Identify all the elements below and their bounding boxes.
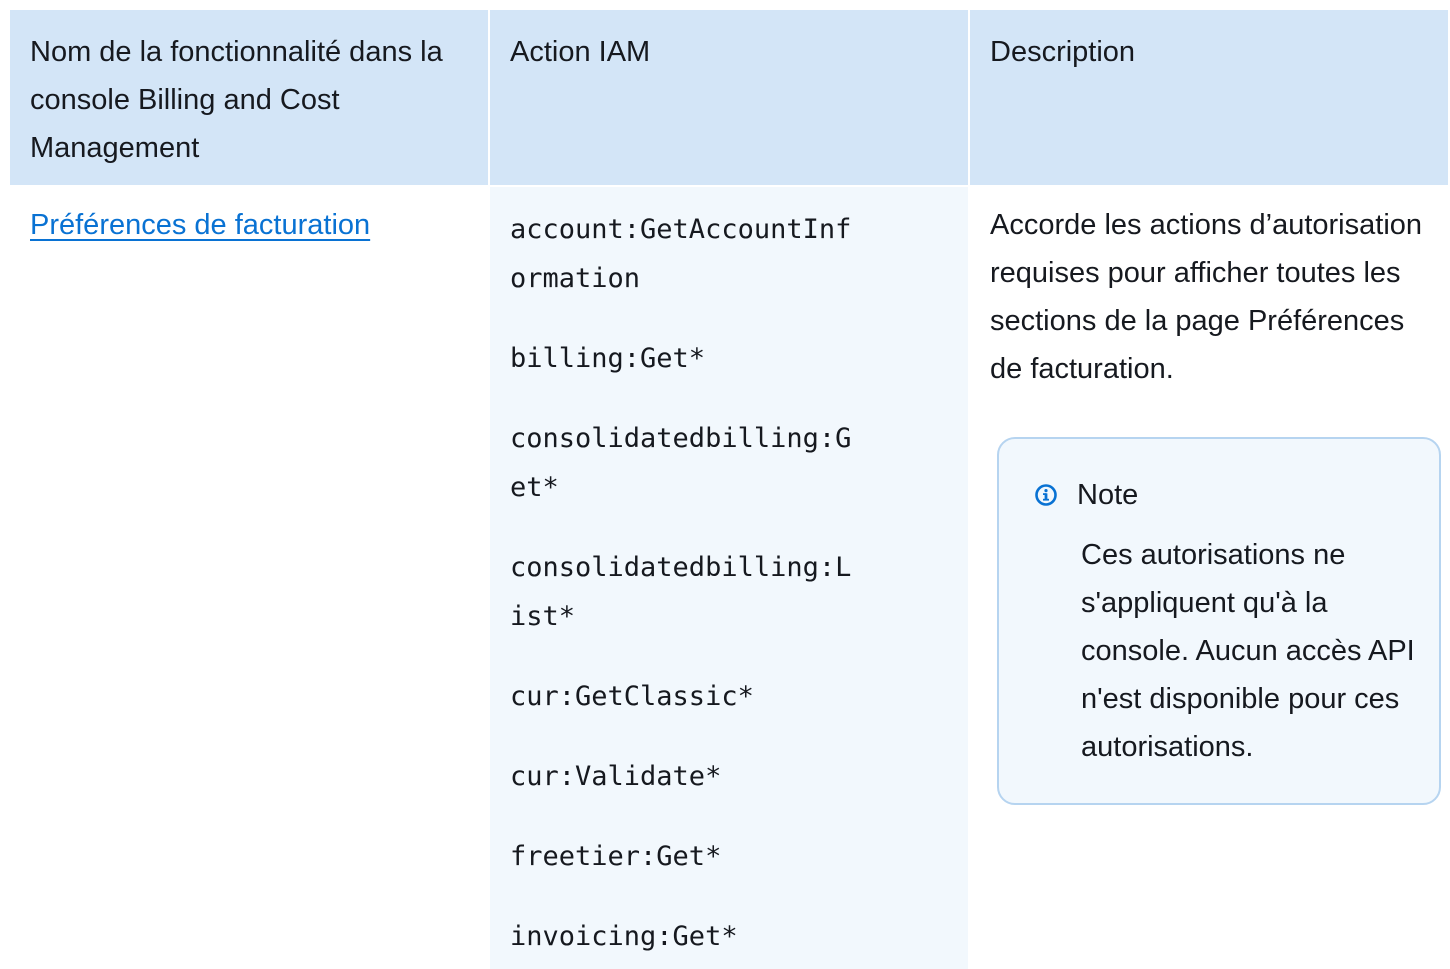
description-text: Accorde les actions d’autorisation requi… bbox=[990, 209, 1423, 385]
permissions-table: Nom de la fonctionnalité dans la console… bbox=[10, 10, 1448, 969]
iam-action-list: account:GetAccountInformation billing:Ge… bbox=[510, 205, 948, 961]
iam-action-item: consolidatedbilling:List* bbox=[510, 552, 852, 632]
iam-action-item: invoicing:Get* bbox=[510, 921, 738, 952]
column-header-description: Description bbox=[970, 10, 1448, 185]
iam-action-item: cur:GetClassic* bbox=[510, 681, 754, 712]
iam-action-item: consolidatedbilling:Get* bbox=[510, 423, 852, 503]
note-header: Note bbox=[1035, 475, 1138, 515]
column-header-iam-action: Action IAM bbox=[490, 10, 968, 185]
iam-action-item: account:GetAccountInformation bbox=[510, 214, 852, 294]
column-header-feature: Nom de la fonctionnalité dans la console… bbox=[10, 10, 488, 185]
info-icon bbox=[1035, 484, 1057, 506]
feature-link-billing-preferences[interactable]: Préférences de facturation bbox=[30, 209, 370, 241]
table-header-row: Nom de la fonctionnalité dans la console… bbox=[10, 10, 1448, 185]
iam-action-cell: account:GetAccountInformation billing:Ge… bbox=[490, 187, 968, 969]
iam-action-item: freetier:Get* bbox=[510, 841, 722, 872]
iam-action-item: billing:Get* bbox=[510, 343, 706, 374]
note-title: Note bbox=[1077, 479, 1139, 511]
table-row: Préférences de facturation account:GetAc… bbox=[10, 187, 1448, 969]
note-text: Ces autorisations ne s'appliquent qu'à l… bbox=[1081, 539, 1415, 763]
description-cell: Accorde les actions d’autorisation requi… bbox=[970, 187, 1448, 969]
iam-action-item: cur:Validate* bbox=[510, 761, 722, 792]
feature-cell: Préférences de facturation bbox=[10, 187, 488, 969]
note-callout: Note Ces autorisations ne s'appliquent q… bbox=[997, 437, 1441, 805]
